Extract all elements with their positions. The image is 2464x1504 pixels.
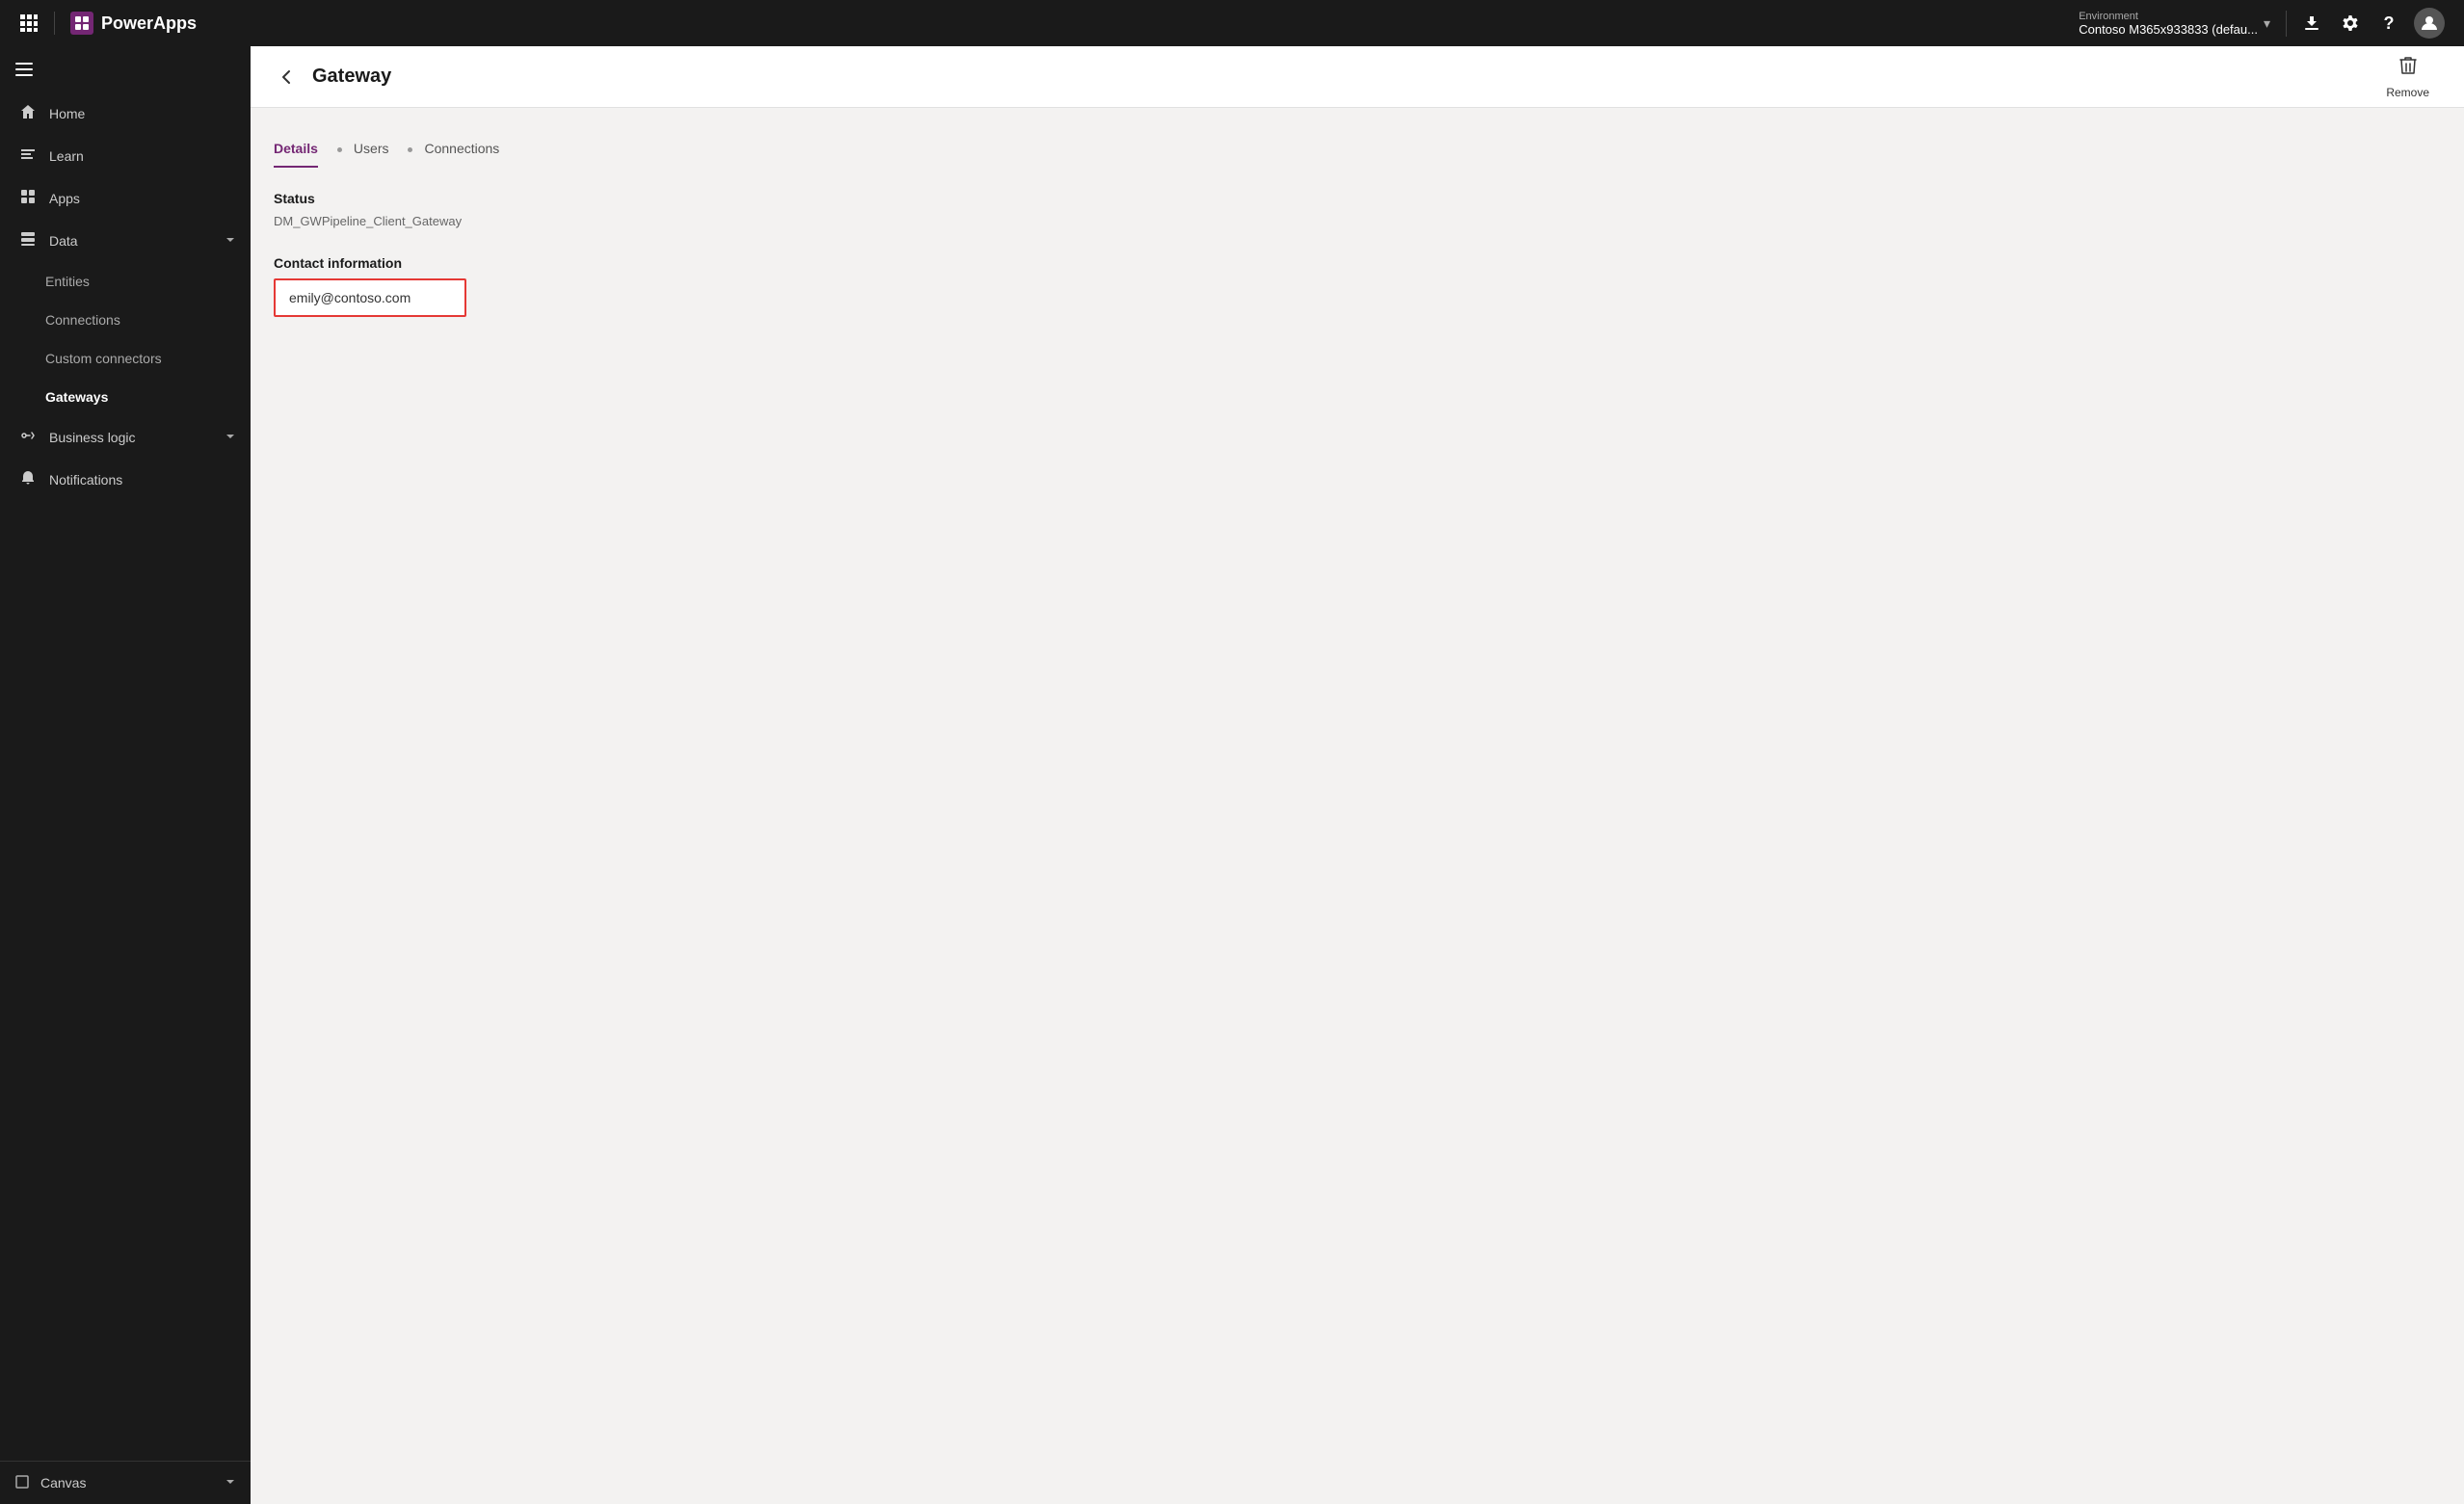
remove-label: Remove [2386,86,2429,99]
sidebar-item-custom-connectors[interactable]: Custom connectors [0,339,251,378]
tab-details-label: Details [274,141,318,156]
sidebar-bottom: Canvas [0,1461,251,1504]
sidebar-canvas-item[interactable]: Canvas [0,1462,251,1504]
page-header: Gateway Remove [251,46,2464,108]
sidebar-item-apps-label: Apps [49,191,80,206]
business-logic-icon [18,428,38,448]
sidebar-item-data-label: Data [49,233,78,249]
canvas-label: Canvas [40,1475,86,1491]
sidebar-item-custom-connectors-label: Custom connectors [45,351,162,366]
help-button[interactable]: ? [2371,6,2406,40]
sidebar-item-business-logic[interactable]: Business logic [0,416,251,459]
sidebar-item-entities-label: Entities [45,274,90,289]
environment-selector[interactable]: Environment Contoso M365x933833 (defau..… [2063,11,2287,37]
app-logo: PowerApps [54,12,212,35]
main-content: Gateway Remove Details Users [251,46,2464,1504]
sidebar-item-notifications-label: Notifications [49,472,122,488]
status-section: Status DM_GWPipeline_Client_Gateway [274,191,2441,228]
canvas-icon [15,1475,29,1491]
sidebar-item-gateways-label: Gateways [45,389,108,405]
tab-users-label: Users [354,141,389,156]
topbar-actions: ? [2287,6,2452,40]
trash-icon [2398,55,2419,82]
status-label: Status [274,191,2441,206]
contact-section-label: Contact information [274,255,2441,271]
sidebar: Home Learn Apps Data [0,46,251,1504]
sidebar-item-business-logic-label: Business logic [49,430,136,445]
content-area: Details Users Connections Status DM_GWPi… [251,108,2464,1504]
sidebar-menu-button[interactable] [0,46,251,92]
user-avatar[interactable] [2414,8,2445,39]
learn-icon [18,146,38,167]
sidebar-item-apps[interactable]: Apps [0,177,251,220]
env-chevron-icon: ▾ [2264,15,2270,32]
sidebar-item-gateways[interactable]: Gateways [0,378,251,416]
data-expand-icon [225,234,235,248]
gateway-name: DM_GWPipeline_Client_Gateway [274,214,2441,228]
environment-label: Environment [2079,11,2258,22]
app-name: PowerApps [101,13,197,34]
sidebar-item-entities[interactable]: Entities [0,262,251,301]
download-button[interactable] [2294,6,2329,40]
data-icon [18,231,38,251]
page-title: Gateway [312,66,391,88]
business-logic-expand-icon [225,431,235,444]
sidebar-item-home[interactable]: Home [0,92,251,135]
sidebar-item-learn-label: Learn [49,148,84,164]
contact-section: Contact information [274,255,2441,317]
topbar: PowerApps Environment Contoso M365x93383… [0,0,2464,46]
back-button[interactable] [274,64,301,91]
home-icon [18,104,38,124]
sidebar-item-connections-label: Connections [45,312,120,328]
waffle-button[interactable] [12,6,46,40]
sidebar-item-home-label: Home [49,106,85,121]
tab-separator-1 [337,147,342,152]
page-header-left: Gateway [274,64,391,91]
contact-email-input[interactable] [274,278,466,317]
sidebar-item-data[interactable]: Data [0,220,251,262]
sidebar-item-learn[interactable]: Learn [0,135,251,177]
powerapps-icon [70,12,93,35]
layout: Home Learn Apps Data [0,46,2464,1504]
remove-button[interactable]: Remove [2374,51,2441,103]
canvas-expand-icon [225,1476,235,1490]
tabs: Details Users Connections [274,131,2441,168]
tab-connections[interactable]: Connections [424,131,499,168]
settings-button[interactable] [2333,6,2368,40]
sidebar-item-connections[interactable]: Connections [0,301,251,339]
tab-connections-label: Connections [424,141,499,156]
sidebar-item-notifications[interactable]: Notifications [0,459,251,501]
environment-name: Contoso M365x933833 (defau... [2079,22,2258,37]
tab-details[interactable]: Details [274,131,318,168]
apps-icon [18,189,38,209]
tab-users[interactable]: Users [354,131,389,168]
tab-separator-2 [408,147,412,152]
notifications-icon [18,470,38,490]
